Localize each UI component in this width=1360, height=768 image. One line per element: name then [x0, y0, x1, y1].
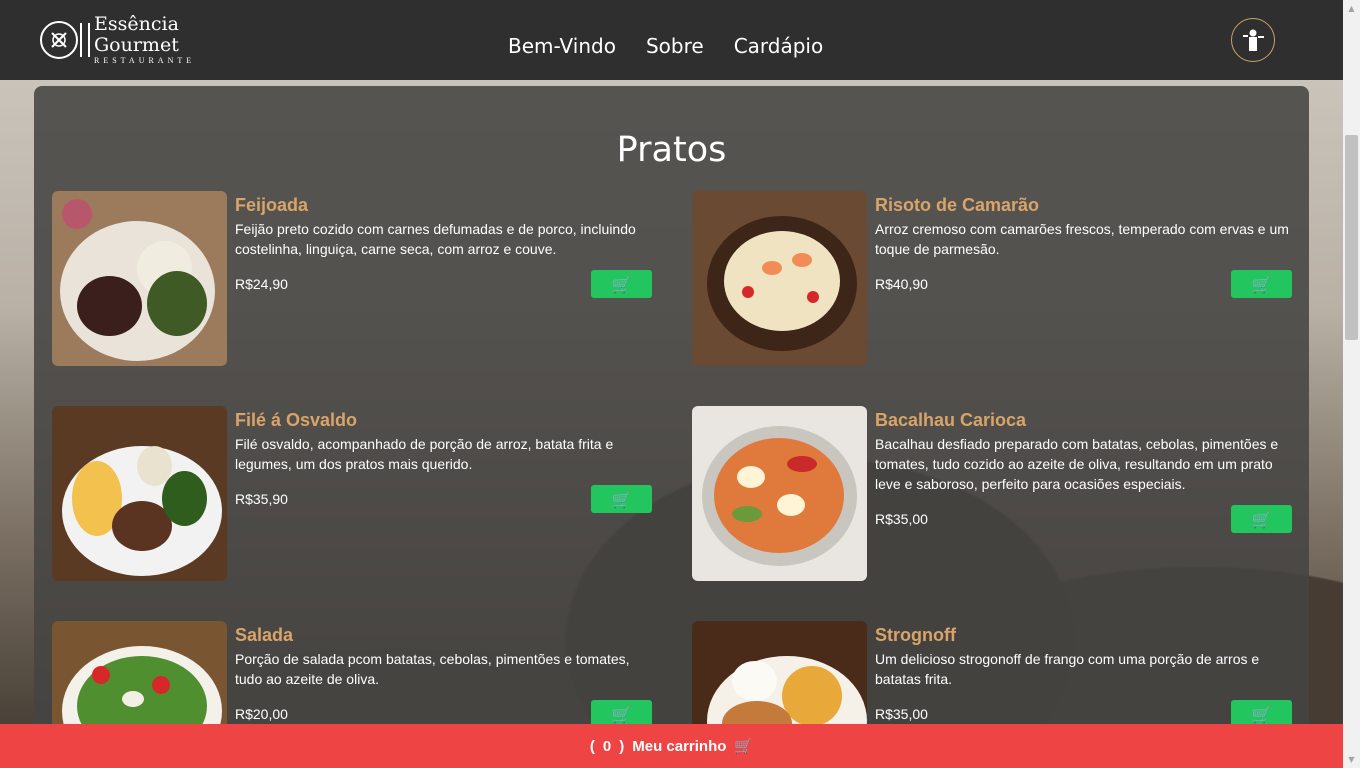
logo-divider	[80, 23, 90, 57]
dish-description: Bacalhau desfiado preparado com batatas,…	[875, 436, 1279, 492]
site-header: Essência Gourmet RESTAURANTE Bem-Vindo S…	[0, 0, 1343, 80]
cart-count-open: (	[589, 737, 595, 755]
add-to-cart-button[interactable]: 🛒	[591, 270, 652, 298]
dish-card-bacalhau: Bacalhau Carioca Bacalhau desfiado prepa…	[692, 406, 1292, 581]
add-to-cart-button[interactable]: 🛒	[1231, 270, 1292, 298]
cart-bar[interactable]: ( 0 ) Meu carrinho 🛒	[0, 724, 1343, 768]
brand-logo[interactable]: Essência Gourmet RESTAURANTE	[40, 12, 195, 68]
brand-name-line2: Gourmet	[94, 34, 179, 56]
scroll-up-arrow-icon[interactable]: ▲	[1343, 0, 1360, 17]
dish-price: R$35,00	[875, 511, 928, 527]
dish-description: Filé osvaldo, acompanhado de porção de a…	[235, 436, 614, 472]
dish-image-feijoada	[52, 191, 227, 366]
dish-name: Strognoff	[875, 625, 956, 645]
cart-plus-icon: 🛒	[1251, 509, 1272, 529]
scroll-thumb[interactable]	[1345, 135, 1358, 340]
dish-price: R$35,90	[235, 491, 288, 507]
dish-card-file-osvaldo: Filé á Osvaldo Filé osvaldo, acompanhado…	[52, 406, 652, 581]
cart-count: 0	[602, 737, 612, 755]
cart-plus-icon: 🛒	[1251, 704, 1272, 724]
add-to-cart-button[interactable]: 🛒	[1231, 505, 1292, 533]
cart-label: Meu carrinho	[632, 737, 727, 755]
dish-description: Porção de salada pcom batatas, cebolas, …	[235, 651, 630, 687]
add-to-cart-button[interactable]: 🛒	[591, 485, 652, 513]
cart-count-close: )	[619, 737, 625, 755]
dish-card-risoto: Risoto de Camarão Arroz cremoso com cama…	[692, 191, 1292, 366]
scroll-down-arrow-icon[interactable]: ▼	[1343, 751, 1360, 768]
dish-price: R$20,00	[235, 706, 288, 722]
nav-link-bem-vindo[interactable]: Bem-Vindo	[508, 33, 616, 59]
dish-name: Filé á Osvaldo	[235, 410, 358, 430]
dishes-panel: Pratos Feijoada Feijão preto cozido com …	[34, 86, 1309, 768]
dish-price: R$24,90	[235, 276, 288, 292]
dish-description: Um delicioso strogonoff de frango com um…	[875, 651, 1260, 687]
dish-name: Feijoada	[235, 195, 309, 215]
cart-plus-icon: 🛒	[611, 274, 632, 294]
cart-icon: 🛒	[734, 738, 754, 755]
dish-name: Bacalhau Carioca	[875, 410, 1027, 430]
dish-card-feijoada: Feijoada Feijão preto cozido com carnes …	[52, 191, 652, 366]
section-title: Pratos	[616, 130, 727, 170]
waiter-icon[interactable]	[1231, 18, 1275, 62]
dish-name: Risoto de Camarão	[875, 195, 1040, 215]
dish-image-bacalhau	[692, 406, 867, 581]
dish-name: Salada	[235, 625, 294, 645]
cart-plus-icon: 🛒	[611, 489, 632, 509]
cart-plus-icon: 🛒	[1251, 274, 1272, 294]
dish-description: Arroz cremoso com camarões frescos, temp…	[875, 221, 1289, 257]
brand-subtitle: RESTAURANTE	[94, 56, 196, 65]
cart-plus-icon: 🛒	[611, 704, 632, 724]
nav-link-cardapio[interactable]: Cardápio	[734, 33, 824, 59]
dish-image-risoto	[692, 191, 867, 366]
page-scrollbar[interactable]: ▲ ▼	[1343, 0, 1360, 768]
brand-name-line1: Essência	[94, 13, 179, 35]
brand-text: Essência Gourmet RESTAURANTE	[94, 14, 195, 66]
dish-price: R$35,00	[875, 706, 928, 722]
dish-description: Feijão preto cozido com carnes defumadas…	[235, 221, 636, 257]
fork-knife-icon	[40, 21, 78, 59]
dish-image-file-osvaldo	[52, 406, 227, 581]
main-nav: Bem-Vindo Sobre Cardápio	[508, 33, 823, 59]
nav-link-sobre[interactable]: Sobre	[646, 33, 704, 59]
dish-price: R$40,90	[875, 276, 928, 292]
